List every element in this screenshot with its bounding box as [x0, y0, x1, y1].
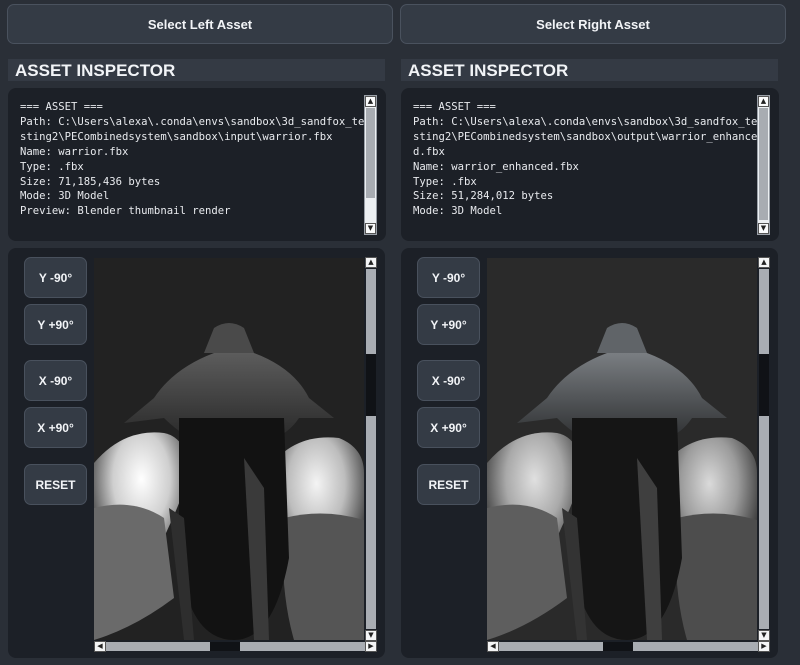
rotate-x-plus-button[interactable]: X +90°: [24, 407, 87, 448]
scroll-down-icon[interactable]: ▼: [365, 630, 377, 641]
scroll-track: [366, 416, 376, 629]
asset-info-text: === ASSET === Path: C:\Users\alexa\.cond…: [20, 101, 365, 218]
scroll-track: [240, 642, 365, 651]
model-viewer: Y -90° Y +90° X -90° X +90° RESET ▲ ▼ ◀ …: [8, 248, 385, 658]
scroll-thumb[interactable]: [759, 108, 768, 220]
inspector-title: ASSET INSPECTOR: [408, 61, 569, 80]
scroll-thumb[interactable]: [603, 642, 633, 651]
rotate-y-plus-button[interactable]: Y +90°: [417, 304, 480, 345]
rotate-y-minus-button[interactable]: Y -90°: [24, 257, 87, 298]
right-panel: Select Right Asset ASSET INSPECTOR === A…: [393, 0, 786, 665]
rotate-x-minus-button[interactable]: X -90°: [24, 360, 87, 401]
inspector-title: ASSET INSPECTOR: [15, 61, 176, 80]
viewport-vertical-scrollbar[interactable]: ▲ ▼: [758, 257, 770, 641]
scroll-up-icon[interactable]: ▲: [758, 96, 769, 107]
scroll-down-icon[interactable]: ▼: [758, 223, 769, 234]
scroll-up-icon[interactable]: ▲: [365, 257, 377, 268]
scroll-track: [499, 642, 603, 651]
scroll-thumb[interactable]: [366, 354, 376, 416]
scroll-left-icon[interactable]: ◀: [487, 641, 499, 652]
scroll-thumb[interactable]: [759, 354, 769, 416]
viewport-horizontal-scrollbar[interactable]: ◀ ▶: [94, 641, 377, 652]
scroll-track: [366, 269, 376, 354]
asset-inspector-header: ASSET INSPECTOR: [401, 59, 778, 81]
model-preview-viewport[interactable]: [94, 258, 364, 640]
scroll-track: [633, 642, 758, 651]
scroll-up-icon[interactable]: ▲: [365, 96, 376, 107]
select-left-asset-button[interactable]: Select Left Asset: [7, 4, 393, 44]
asset-info-text: === ASSET === Path: C:\Users\alexa\.cond…: [413, 101, 758, 218]
asset-info-box: === ASSET === Path: C:\Users\alexa\.cond…: [8, 88, 386, 241]
scroll-right-icon[interactable]: ▶: [365, 641, 377, 652]
reset-button[interactable]: RESET: [24, 464, 87, 505]
asset-info-box: === ASSET === Path: C:\Users\alexa\.cond…: [401, 88, 779, 241]
warrior-model-render: [94, 258, 364, 640]
scroll-track: [759, 269, 769, 354]
info-scrollbar[interactable]: ▲ ▼: [364, 95, 377, 235]
model-preview-viewport[interactable]: [487, 258, 757, 640]
reset-button[interactable]: RESET: [417, 464, 480, 505]
scroll-track: [759, 416, 769, 629]
select-right-asset-button[interactable]: Select Right Asset: [400, 4, 786, 44]
rotate-y-plus-button[interactable]: Y +90°: [24, 304, 87, 345]
scroll-up-icon[interactable]: ▲: [758, 257, 770, 268]
warrior-enhanced-model-render: [487, 258, 757, 640]
info-scrollbar[interactable]: ▲ ▼: [757, 95, 770, 235]
model-viewer: Y -90° Y +90° X -90° X +90° RESET ▲ ▼ ◀ …: [401, 248, 778, 658]
scroll-thumb[interactable]: [366, 108, 375, 198]
rotate-x-minus-button[interactable]: X -90°: [417, 360, 480, 401]
scroll-down-icon[interactable]: ▼: [365, 223, 376, 234]
rotate-x-plus-button[interactable]: X +90°: [417, 407, 480, 448]
viewport-vertical-scrollbar[interactable]: ▲ ▼: [365, 257, 377, 641]
scroll-track: [106, 642, 210, 651]
left-panel: Select Left Asset ASSET INSPECTOR === AS…: [0, 0, 393, 665]
viewport-horizontal-scrollbar[interactable]: ◀ ▶: [487, 641, 770, 652]
scroll-thumb[interactable]: [210, 642, 240, 651]
scroll-left-icon[interactable]: ◀: [94, 641, 106, 652]
scroll-right-icon[interactable]: ▶: [758, 641, 770, 652]
asset-inspector-header: ASSET INSPECTOR: [8, 59, 385, 81]
rotate-y-minus-button[interactable]: Y -90°: [417, 257, 480, 298]
scroll-down-icon[interactable]: ▼: [758, 630, 770, 641]
